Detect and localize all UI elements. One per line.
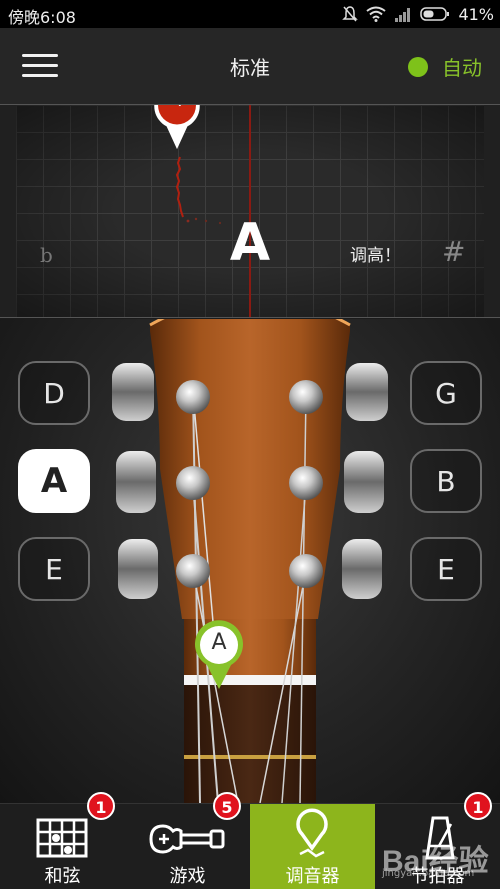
cents-offset-value: -7 <box>153 105 203 111</box>
headstock-area: D A E G B E A <box>0 319 500 803</box>
string-button-right-1[interactable]: G <box>410 361 482 425</box>
string-button-left-3[interactable]: E <box>18 537 90 601</box>
string-button-right-2[interactable]: B <box>410 449 482 513</box>
auto-mode-toggle[interactable]: 自动 <box>408 52 482 81</box>
battery-icon <box>420 7 450 21</box>
status-bar: 傍晚6:08 41% <box>0 0 500 28</box>
auto-status-dot <box>408 56 428 77</box>
auto-label: 自动 <box>442 56 482 80</box>
battery-percent: 41% <box>458 4 494 24</box>
ukulele-icon <box>149 824 225 854</box>
nav-games[interactable]: 游戏 5 <box>125 792 250 889</box>
string-button-left-2[interactable]: A <box>18 449 90 513</box>
app-header: 标准 自动 <box>0 28 500 104</box>
nav-tuner-label: 调音器 <box>285 866 340 887</box>
nav-games-badge: 5 <box>213 792 241 820</box>
nav-games-label: 游戏 <box>169 866 206 887</box>
string-button-right-3[interactable]: E <box>410 537 482 601</box>
nav-chords-label: 和弦 <box>44 866 81 887</box>
nav-chords-badge: 1 <box>87 792 115 820</box>
nav-tuner[interactable]: 调音器 <box>250 804 375 889</box>
tuner-display: -7 b A 调高！ # <box>0 104 500 318</box>
nav-metronome-badge: 1 <box>464 792 492 820</box>
nav-chords[interactable]: 和弦 1 <box>0 792 125 889</box>
string-button-left-1[interactable]: D <box>18 361 90 425</box>
wifi-icon <box>366 6 387 22</box>
status-time: 傍晚6:08 <box>8 8 76 27</box>
tuner-pin-icon <box>296 808 328 858</box>
current-string-label: A <box>211 630 227 655</box>
mute-icon <box>342 6 359 22</box>
watermark-sub: jingyan.baidu.com <box>382 868 475 879</box>
chord-chart-icon <box>36 818 88 858</box>
signal-icon <box>395 8 411 22</box>
cents-indicator-pin <box>154 105 200 150</box>
tune-hint: 调高！ <box>350 246 401 266</box>
status-icons: 41% <box>342 3 494 25</box>
center-reference-line <box>249 105 251 317</box>
sharp-symbol: # <box>442 235 466 268</box>
detected-note: A <box>229 213 271 273</box>
